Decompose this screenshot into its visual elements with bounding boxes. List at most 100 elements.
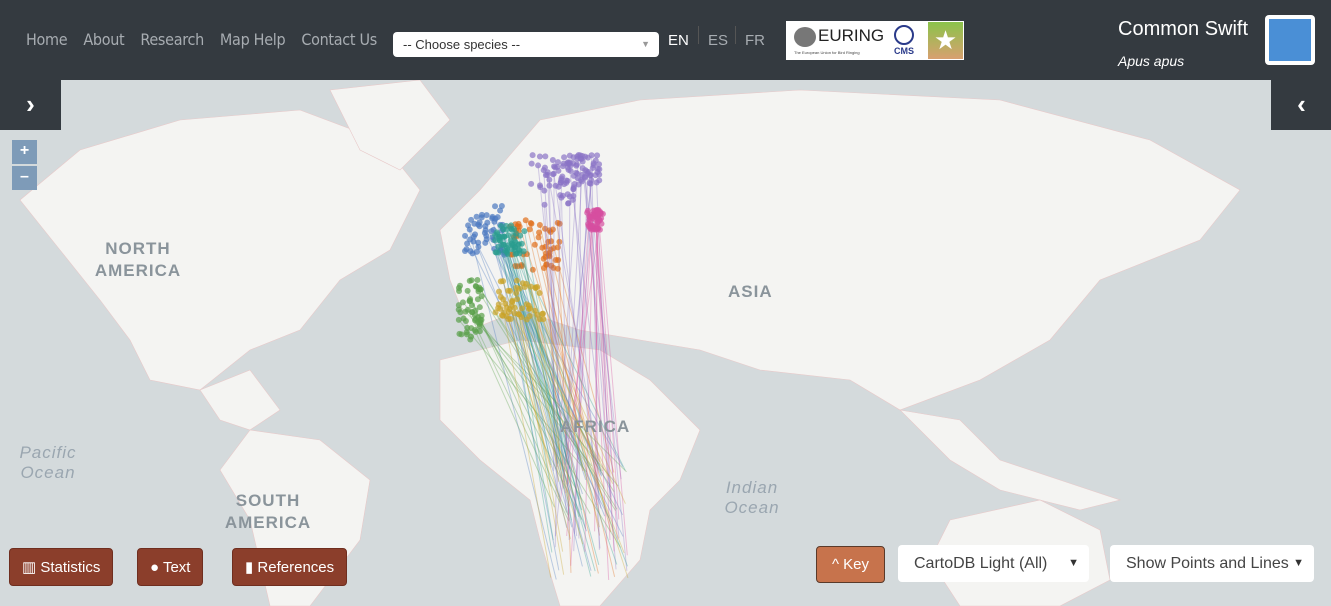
nav-map-help[interactable]: Map Help [212,30,293,49]
references-button[interactable]: ▮ References [232,548,348,586]
recovery-point[interactable] [464,324,471,331]
recovery-point[interactable] [467,236,474,243]
recovery-point[interactable] [498,203,505,210]
recovery-point[interactable] [529,152,536,159]
recovery-point[interactable] [474,277,481,284]
nav-research[interactable]: Research [132,30,212,49]
recovery-point[interactable] [506,306,513,313]
recovery-point[interactable] [564,160,571,167]
recovery-point[interactable] [583,168,590,175]
recovery-point[interactable] [544,171,551,178]
species-select[interactable]: -- Choose species -- ▼ [393,32,659,57]
recovery-point[interactable] [493,249,500,256]
recovery-point[interactable] [510,232,517,239]
recovery-point[interactable] [579,153,586,160]
recovery-point[interactable] [491,218,498,225]
recovery-point[interactable] [536,222,543,229]
recovery-point[interactable] [482,239,489,246]
open-left-panel-button[interactable]: › [0,80,61,130]
recovery-point[interactable] [541,187,548,194]
recovery-point[interactable] [554,163,561,170]
recovery-point[interactable] [471,220,478,227]
text-button[interactable]: ● Text [137,548,204,586]
recovery-point[interactable] [566,152,573,159]
recovery-point[interactable] [515,241,522,248]
recovery-point[interactable] [463,246,470,253]
recovery-point[interactable] [455,316,462,323]
recovery-point[interactable] [561,154,568,161]
recovery-point[interactable] [573,169,580,176]
recovery-point[interactable] [596,166,603,173]
recovery-point[interactable] [573,162,580,169]
map-canvas[interactable]: NORTH AMERICA ASIA AFRICA SOUTH AMERICA … [0,80,1331,606]
recovery-point[interactable] [476,304,483,311]
recovery-point[interactable] [541,201,548,208]
recovery-point[interactable] [592,172,599,179]
recovery-point[interactable] [594,152,601,159]
recovery-point[interactable] [527,220,534,227]
recovery-point[interactable] [507,287,514,294]
recovery-point[interactable] [534,284,541,291]
recovery-point[interactable] [522,217,529,224]
recovery-point[interactable] [481,229,488,236]
recovery-point[interactable] [593,179,600,186]
nav-about[interactable]: About [75,30,132,49]
recovery-point[interactable] [528,180,535,187]
recovery-point[interactable] [542,153,549,160]
recovery-point[interactable] [458,331,465,338]
recovery-point[interactable] [536,229,543,236]
recovery-point[interactable] [456,288,463,295]
recovery-point[interactable] [565,166,572,173]
recovery-point[interactable] [574,175,581,182]
recovery-point[interactable] [500,296,507,303]
recovery-point[interactable] [509,298,516,305]
recovery-point[interactable] [492,203,499,210]
statistics-button[interactable]: ▥ Statistics [9,548,114,586]
recovery-point[interactable] [570,186,577,193]
recovery-point[interactable] [521,228,528,235]
recovery-point[interactable] [466,226,473,233]
key-button[interactable]: ^ Key [816,546,885,583]
recovery-point[interactable] [517,232,524,239]
basemap-select[interactable]: CartoDB Light (All) ▼ [898,545,1089,582]
recovery-point[interactable] [457,282,464,289]
recovery-point[interactable] [535,162,542,169]
recovery-point[interactable] [549,156,556,163]
recovery-point[interactable] [483,212,490,219]
recovery-point[interactable] [495,305,502,312]
recovery-point[interactable] [597,208,604,215]
display-mode-select[interactable]: Show Points and Lines ▼ [1110,545,1314,582]
recovery-point[interactable] [511,247,518,254]
recovery-point[interactable] [513,277,520,284]
recovery-point[interactable] [536,153,543,160]
recovery-point[interactable] [497,278,504,285]
recovery-point[interactable] [519,305,526,312]
recovery-point[interactable] [584,154,591,161]
recovery-point[interactable] [468,277,475,284]
recovery-point[interactable] [469,250,476,257]
recovery-point[interactable] [540,167,547,174]
recovery-point[interactable] [552,182,559,189]
zoom-in-button[interactable]: + [12,140,37,164]
lang-en[interactable]: EN [668,32,689,49]
lang-fr[interactable]: FR [745,32,765,49]
recovery-point[interactable] [484,219,491,226]
open-right-panel-button[interactable]: ‹ [1271,80,1331,130]
recovery-point[interactable] [508,225,515,232]
recovery-point[interactable] [528,160,535,167]
recovery-point[interactable] [464,287,471,294]
zoom-out-button[interactable]: – [12,166,37,190]
recovery-point[interactable] [550,170,557,177]
recovery-point[interactable] [526,226,533,233]
recovery-point[interactable] [504,250,511,257]
recovery-point[interactable] [495,288,502,295]
recovery-point[interactable] [516,285,523,292]
recovery-point[interactable] [474,296,481,303]
recovery-point[interactable] [473,283,480,290]
recovery-point[interactable] [516,311,523,318]
recovery-point[interactable] [592,157,599,164]
recovery-point[interactable] [507,315,514,322]
recovery-point[interactable] [500,241,507,248]
nav-home[interactable]: Home [18,30,75,49]
recovery-point[interactable] [557,179,564,186]
